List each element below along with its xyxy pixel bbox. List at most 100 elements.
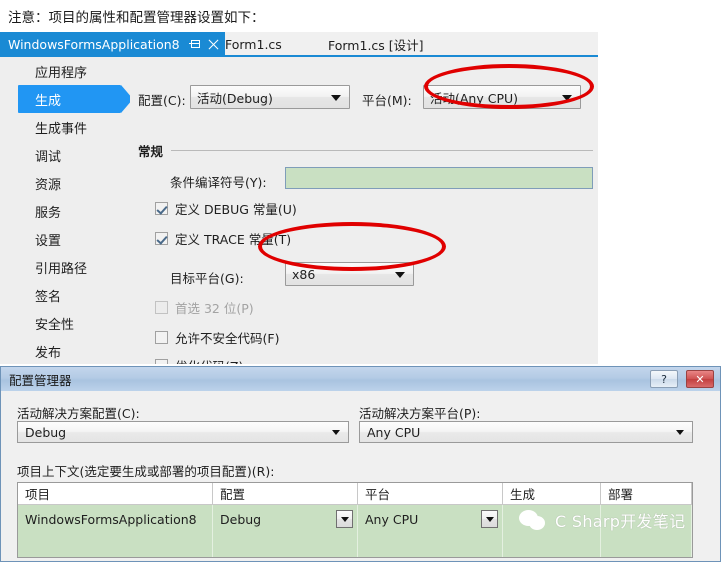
- allow-unsafe-row[interactable]: 允许不安全代码(F): [155, 328, 279, 347]
- chevron-down-icon[interactable]: [336, 510, 353, 528]
- cell-build-checkbox[interactable]: [503, 505, 601, 533]
- sidebar-item-debug[interactable]: 调试: [0, 141, 130, 169]
- project-contexts-grid[interactable]: 项目 配置 平台 生成 部署 WindowsFormsApplication8 …: [17, 482, 693, 558]
- sidebar-item-label: 调试: [35, 149, 62, 165]
- conditional-symbols-label: 条件编译符号(Y):: [170, 175, 267, 190]
- general-section-header: 常规: [138, 141, 593, 160]
- sidebar-item-label: 发布: [35, 345, 62, 361]
- tab-form1-cs-design[interactable]: Form1.cs [设计]: [320, 32, 432, 57]
- sidebar-item-label: 生成: [35, 93, 62, 109]
- chevron-down-icon: [332, 430, 340, 435]
- table-row[interactable]: WindowsFormsApplication8 Debug Any CPU: [18, 505, 692, 533]
- tab-windowsformsapplication8[interactable]: WindowsFormsApplication8: [0, 32, 225, 57]
- target-platform-label: 目标平台(G):: [170, 271, 244, 286]
- sidebar-item-security[interactable]: 安全性: [0, 309, 130, 337]
- pin-icon[interactable]: [188, 38, 200, 51]
- sidebar-item-resources[interactable]: 资源: [0, 169, 130, 197]
- sidebar-item-services[interactable]: 服务: [0, 197, 130, 225]
- project-properties-window: WindowsFormsApplication8 Form1.cs Form1.…: [0, 32, 598, 364]
- column-header-configuration[interactable]: 配置: [213, 483, 358, 505]
- dialog-title: 配置管理器: [9, 372, 72, 388]
- table-row-empty[interactable]: [18, 533, 692, 557]
- configuration-combo[interactable]: 活动(Debug): [190, 85, 350, 109]
- checkbox-prefer-32bit: [155, 301, 168, 314]
- active-solution-config-label: 活动解决方案配置(C):: [17, 406, 140, 421]
- define-trace-label: 定义 TRACE 常量(T): [175, 232, 292, 247]
- tab-label: WindowsFormsApplication8: [8, 37, 180, 52]
- conditional-symbols-input[interactable]: [285, 167, 593, 189]
- platform-combo[interactable]: 活动(Any CPU): [423, 85, 581, 109]
- target-platform-combo[interactable]: x86: [285, 262, 414, 286]
- configuration-combo-value: 活动(Debug): [197, 90, 273, 106]
- general-section-title: 常规: [138, 144, 164, 159]
- grid-header-row: 项目 配置 平台 生成 部署: [18, 483, 692, 505]
- optimize-code-label: 优化代码(Z): [175, 356, 243, 364]
- close-button[interactable]: ✕: [686, 370, 714, 388]
- cell-project: WindowsFormsApplication8: [18, 505, 213, 533]
- screenshot-root: 注意：项目的属性和配置管理器设置如下： WindowsFormsApplicat…: [0, 0, 721, 562]
- sidebar-item-label: 签名: [35, 289, 62, 305]
- checkbox-allow-unsafe[interactable]: [155, 331, 168, 344]
- column-header-deploy[interactable]: 部署: [601, 483, 692, 505]
- sidebar-item-label: 资源: [35, 177, 62, 193]
- tab-label: Form1.cs: [225, 37, 282, 52]
- active-solution-platform-value: Any CPU: [367, 424, 421, 440]
- chevron-down-icon: [562, 95, 572, 101]
- cell-empty: [213, 533, 358, 557]
- sidebar-item-label: 服务: [35, 205, 62, 221]
- platform-combo-value: 活动(Any CPU): [430, 90, 519, 106]
- sidebar-item-publish[interactable]: 发布: [0, 337, 130, 364]
- clipped-text-fragment: …………: [153, 346, 197, 353]
- platform-label: 平台(M):: [362, 93, 412, 108]
- tab-label: Form1.cs [设计]: [328, 38, 424, 53]
- define-debug-row[interactable]: 定义 DEBUG 常量(U): [155, 199, 297, 218]
- active-solution-platform-label: 活动解决方案平台(P):: [359, 406, 481, 421]
- active-solution-platform-combo[interactable]: Any CPU: [359, 421, 693, 443]
- cell-empty: [601, 533, 692, 557]
- cell-deploy-checkbox[interactable]: [601, 505, 692, 533]
- section-divider: [171, 150, 593, 151]
- prefer-32bit-row: 首选 32 位(P): [155, 298, 254, 317]
- optimize-code-row[interactable]: 优化代码(Z): [155, 356, 243, 364]
- configuration-label: 配置(C):: [138, 93, 186, 108]
- sidebar-item-label: 设置: [35, 233, 62, 249]
- cell-platform-value: Any CPU: [365, 511, 419, 527]
- editor-tabstrip: WindowsFormsApplication8 Form1.cs Form1.…: [0, 32, 598, 57]
- help-button[interactable]: ?: [650, 370, 678, 388]
- checkbox-define-trace[interactable]: [155, 232, 168, 245]
- define-debug-label: 定义 DEBUG 常量(U): [175, 202, 297, 217]
- column-header-build[interactable]: 生成: [503, 483, 601, 505]
- build-settings-pane: 配置(C): 活动(Debug) 平台(M): 活动(Any CPU) 常规 条…: [130, 57, 598, 364]
- chevron-down-icon: [331, 95, 341, 101]
- chevron-down-icon: [676, 430, 684, 435]
- cell-platform[interactable]: Any CPU: [358, 505, 503, 533]
- column-header-project[interactable]: 项目: [18, 483, 213, 505]
- sidebar-item-reference-paths[interactable]: 引用路径: [0, 253, 130, 281]
- active-solution-config-combo[interactable]: Debug: [17, 421, 349, 443]
- sidebar-item-signing[interactable]: 签名: [0, 281, 130, 309]
- checkbox-define-debug[interactable]: [155, 202, 168, 215]
- checkbox-optimize-code[interactable]: [155, 359, 168, 364]
- caption-text: 注意：项目的属性和配置管理器设置如下：: [8, 10, 265, 26]
- chevron-down-icon[interactable]: [481, 510, 498, 528]
- sidebar-item-application[interactable]: 应用程序: [0, 57, 130, 85]
- cell-empty: [18, 533, 213, 557]
- define-trace-row[interactable]: 定义 TRACE 常量(T): [155, 229, 291, 248]
- sidebar-item-build[interactable]: 生成: [18, 85, 133, 113]
- chevron-down-icon: [395, 272, 405, 278]
- project-contexts-label: 项目上下文(选定要生成或部署的项目配置)(R):: [17, 464, 275, 479]
- sidebar-item-settings[interactable]: 设置: [0, 225, 130, 253]
- target-platform-combo-value: x86: [292, 266, 316, 282]
- cell-configuration[interactable]: Debug: [213, 505, 358, 533]
- sidebar-item-label: 应用程序: [35, 65, 88, 81]
- cell-configuration-value: Debug: [220, 511, 262, 527]
- sidebar-item-label: 安全性: [35, 317, 75, 333]
- column-header-platform[interactable]: 平台: [358, 483, 503, 505]
- dialog-titlebar: 配置管理器 ? ✕: [1, 367, 720, 391]
- prefer-32bit-label: 首选 32 位(P): [175, 301, 254, 316]
- sidebar-item-build-events[interactable]: 生成事件: [0, 113, 130, 141]
- active-solution-config-value: Debug: [25, 424, 67, 440]
- tab-form1-cs[interactable]: Form1.cs: [217, 32, 290, 57]
- allow-unsafe-label: 允许不安全代码(F): [175, 331, 280, 346]
- sidebar-item-label: 生成事件: [35, 121, 88, 137]
